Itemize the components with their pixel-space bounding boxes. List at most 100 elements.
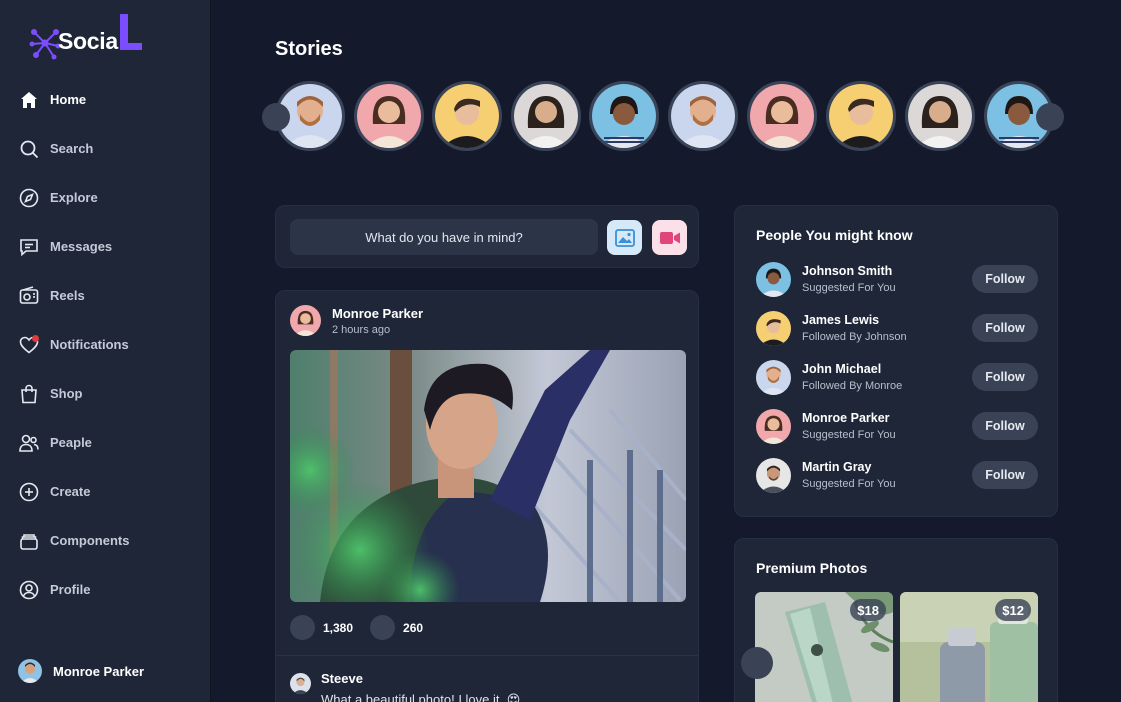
- nav-item-explore[interactable]: Explore: [0, 173, 211, 222]
- follow-button[interactable]: Follow: [972, 314, 1038, 342]
- premium-photo[interactable]: $18: [755, 592, 893, 702]
- like-button[interactable]: [290, 615, 315, 640]
- avatar[interactable]: [290, 673, 311, 694]
- person-subtitle: Suggested For You: [802, 478, 896, 490]
- premium-photos: Premium Photos $18 $12: [734, 538, 1058, 702]
- nav-label: Peaple: [50, 435, 92, 450]
- story-avatar[interactable]: [511, 81, 581, 151]
- add-photo-button[interactable]: [607, 220, 642, 255]
- compass-icon: [19, 188, 39, 208]
- post-header: Monroe Parker 2 hours ago: [290, 305, 423, 336]
- nav-label: Search: [50, 141, 94, 156]
- story-avatar[interactable]: [354, 81, 424, 151]
- follow-button[interactable]: Follow: [972, 461, 1038, 489]
- plus-circle-icon: [19, 482, 39, 502]
- current-user[interactable]: Monroe Parker: [18, 659, 144, 683]
- avatar[interactable]: [756, 408, 791, 444]
- nav-label: Notifications: [50, 337, 129, 352]
- nav-item-messages[interactable]: Messages: [0, 222, 211, 271]
- person-name[interactable]: Martin Gray: [802, 460, 896, 474]
- nav-item-peaple[interactable]: Peaple: [0, 418, 211, 467]
- main-nav: Home Search Explore Messages Reels Notif…: [0, 75, 211, 614]
- nav-item-profile[interactable]: Profile: [0, 565, 211, 614]
- image-icon: [614, 228, 635, 247]
- logo-text: Socia: [58, 28, 118, 54]
- nav-label: Explore: [50, 190, 98, 205]
- composer-input[interactable]: What do you have in mind?: [290, 219, 598, 255]
- logo-L-mark: L: [120, 14, 142, 50]
- network-logo-icon: [29, 29, 61, 60]
- story-avatar[interactable]: [905, 81, 975, 151]
- stories-row: [275, 81, 1065, 151]
- post-image[interactable]: [290, 350, 686, 602]
- person-item: James Lewis Followed By Johnson Follow: [756, 310, 1038, 346]
- logo[interactable]: Socia L: [28, 14, 168, 64]
- nav-item-components[interactable]: Components: [0, 516, 211, 565]
- nav-item-reels[interactable]: Reels: [0, 271, 211, 320]
- nav-item-shop[interactable]: Shop: [0, 369, 211, 418]
- add-video-button[interactable]: [652, 220, 687, 255]
- post-author[interactable]: Monroe Parker: [332, 306, 423, 321]
- sidebar: Socia L Home Search Explore: [0, 0, 211, 702]
- follow-button[interactable]: Follow: [972, 363, 1038, 391]
- price-badge: $18: [850, 599, 886, 621]
- person-name[interactable]: James Lewis: [802, 313, 907, 327]
- story-avatar[interactable]: [432, 81, 502, 151]
- avatar: [18, 659, 42, 683]
- people-you-might-know: People You might know Johnson Smith Sugg…: [734, 205, 1058, 517]
- people-title: People You might know: [756, 227, 913, 243]
- follow-button[interactable]: Follow: [972, 412, 1038, 440]
- person-subtitle: Suggested For You: [802, 429, 896, 441]
- post-time: 2 hours ago: [332, 323, 391, 336]
- home-icon: [19, 90, 39, 110]
- people-icon: [19, 433, 39, 453]
- post-card: Monroe Parker 2 hours ago 1,380 260 Stee…: [275, 290, 699, 702]
- comment-count: 260: [403, 620, 424, 635]
- avatar[interactable]: [756, 457, 791, 493]
- person-subtitle: Followed By Johnson: [802, 331, 907, 343]
- nav-label: Shop: [50, 386, 83, 401]
- stories-prev-button[interactable]: [262, 103, 290, 131]
- post-composer: What do you have in mind?: [275, 205, 699, 268]
- premium-photo[interactable]: $12: [900, 592, 1038, 702]
- avatar[interactable]: [290, 305, 321, 336]
- avatar[interactable]: [756, 310, 791, 346]
- stories-next-button[interactable]: [1036, 103, 1064, 131]
- notification-badge: [32, 334, 39, 342]
- layers-icon: [19, 531, 39, 551]
- premium-title: Premium Photos: [756, 560, 868, 576]
- nav-item-create[interactable]: Create: [0, 467, 211, 516]
- avatar[interactable]: [756, 261, 791, 297]
- nav-item-notifications[interactable]: Notifications: [0, 320, 211, 369]
- nav-label: Create: [50, 484, 91, 499]
- nav-item-search[interactable]: Search: [0, 124, 211, 173]
- stories-title: Stories: [275, 38, 343, 60]
- comment-text: What a beautiful photo! I love it. 😍: [321, 692, 521, 702]
- shopping-bag-icon: [19, 384, 39, 404]
- nav-item-home[interactable]: Home: [0, 75, 211, 124]
- comment-author[interactable]: Steeve: [321, 671, 520, 686]
- person-name[interactable]: Monroe Parker: [802, 411, 896, 425]
- story-avatar[interactable]: [747, 81, 817, 151]
- video-icon: [659, 231, 680, 244]
- story-avatar[interactable]: [589, 81, 659, 151]
- current-user-name: Monroe Parker: [53, 663, 145, 679]
- post-stats: 1,380 260: [290, 615, 423, 640]
- comment-button[interactable]: [370, 615, 396, 640]
- divider: [276, 655, 698, 656]
- story-avatar[interactable]: [826, 81, 896, 151]
- avatar[interactable]: [756, 359, 791, 395]
- follow-button[interactable]: Follow: [972, 265, 1038, 293]
- nav-label: Messages: [50, 239, 113, 254]
- person-item: John Michael Followed By Monroe Follow: [756, 359, 1038, 395]
- person-name[interactable]: John Michael: [802, 362, 902, 376]
- premium-prev-button[interactable]: [741, 647, 773, 679]
- person-name[interactable]: Johnson Smith: [802, 264, 896, 278]
- comment-item: Steeve What a beautiful photo! I love it…: [290, 671, 520, 702]
- person-subtitle: Followed By Monroe: [802, 380, 903, 392]
- nav-label: Home: [50, 92, 87, 107]
- price-badge: $12: [995, 599, 1031, 621]
- nav-label: Profile: [50, 582, 91, 597]
- heart-icon: [19, 334, 39, 355]
- story-avatar[interactable]: [668, 81, 738, 151]
